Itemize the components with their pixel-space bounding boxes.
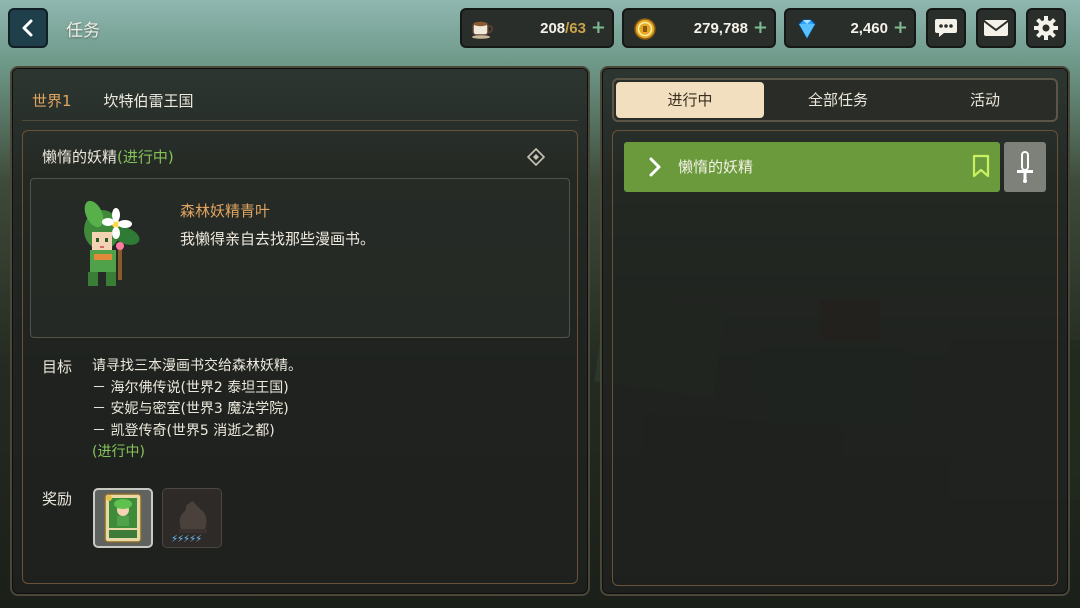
objective-item: － 海尔佛传说(世界2 泰坦王国) bbox=[92, 379, 289, 396]
quest-list-item-label: 懒惰的妖精 bbox=[678, 158, 754, 176]
chevron-left-icon bbox=[22, 19, 33, 37]
locate-icon[interactable] bbox=[527, 148, 545, 166]
sword-pin-button[interactable] bbox=[1004, 142, 1046, 192]
quest-title-text: 懒惰的妖精 bbox=[42, 148, 118, 166]
chat-bubble-icon bbox=[935, 19, 957, 37]
mail-button[interactable] bbox=[976, 8, 1016, 48]
gold-counter: 279,788 + bbox=[622, 8, 776, 48]
objective-text: 请寻找三本漫画书交给森林妖精。 － 海尔佛传说(世界2 泰坦王国) － 安妮与密… bbox=[92, 356, 302, 464]
tab-events[interactable]: 活动 bbox=[912, 80, 1058, 120]
gold-value: 279,788 bbox=[693, 20, 748, 37]
reward-slot-item[interactable]: ⚡⚡⚡⚡⚡ bbox=[162, 488, 222, 548]
stamina-max: /63 bbox=[565, 20, 586, 37]
quest-list-item[interactable]: 懒惰的妖精 bbox=[624, 142, 1000, 192]
lightning-rating: ⚡⚡⚡⚡⚡ bbox=[171, 534, 202, 545]
breadcrumb: 世界1 坎特伯雷王国 bbox=[32, 90, 194, 111]
hero-card-icon bbox=[104, 493, 142, 543]
kingdom-label: 坎特伯雷王国 bbox=[103, 92, 194, 110]
blue-diamond-icon bbox=[794, 16, 820, 42]
objective-item: － 安妮与密室(世界3 魔法学院) bbox=[92, 401, 289, 417]
tab-all-quests[interactable]: 全部任务 bbox=[764, 80, 912, 120]
sword-icon bbox=[1017, 151, 1033, 183]
world-label: 世界1 bbox=[32, 92, 72, 110]
top-bar: 任务 208/63 + 279,788 + 2,460 + bbox=[0, 0, 1080, 56]
add-gold-button[interactable]: + bbox=[753, 17, 768, 38]
forest-fairy-portrait bbox=[84, 200, 140, 286]
tab-in-progress[interactable]: 进行中 bbox=[616, 82, 764, 118]
stamina-value: 208 bbox=[540, 20, 566, 37]
bookmark-icon[interactable] bbox=[972, 154, 990, 178]
objective-description: 请寻找三本漫画书交给森林妖精。 bbox=[92, 358, 302, 374]
gem-value: 2,460 bbox=[850, 20, 888, 37]
objective-status: (进行中) bbox=[92, 444, 145, 460]
chat-button[interactable] bbox=[926, 8, 966, 48]
add-stamina-button[interactable]: + bbox=[591, 17, 606, 38]
gear-icon bbox=[1034, 16, 1058, 40]
settings-button[interactable] bbox=[1026, 8, 1066, 48]
npc-name: 森林妖精青叶 bbox=[180, 202, 271, 220]
reward-label: 奖励 bbox=[42, 490, 73, 508]
objective-label: 目标 bbox=[42, 358, 73, 376]
chevron-right-icon bbox=[649, 157, 661, 177]
add-gem-button[interactable]: + bbox=[893, 17, 908, 38]
coffee-cup-icon bbox=[470, 16, 496, 42]
gem-counter: 2,460 + bbox=[784, 8, 916, 48]
npc-dialogue: 我懒得亲自去找那些漫画书。 bbox=[180, 230, 376, 248]
quest-list bbox=[612, 130, 1058, 586]
objective-item: － 凯登传奇(世界5 消逝之都) bbox=[92, 422, 275, 439]
gold-coin-icon bbox=[632, 16, 658, 42]
stamina-counter: 208/63 + bbox=[460, 8, 614, 48]
quest-status: (进行中) bbox=[117, 148, 174, 166]
reward-slot-hero-card[interactable] bbox=[93, 488, 153, 548]
quest-title: 懒惰的妖精(进行中) bbox=[42, 146, 174, 167]
back-button[interactable] bbox=[8, 8, 48, 48]
quest-tabs: 进行中 全部任务 活动 bbox=[612, 78, 1058, 122]
page-title: 任务 bbox=[66, 21, 100, 41]
divider bbox=[22, 120, 578, 121]
mail-icon bbox=[983, 20, 1009, 36]
